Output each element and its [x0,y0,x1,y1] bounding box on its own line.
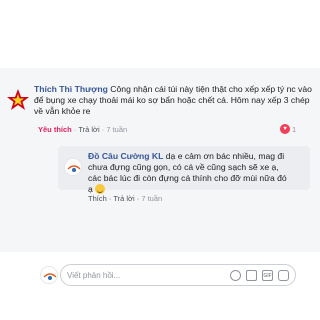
reply-actions: Thích · Trả lời · 7 tuần [88,194,162,203]
reply-body: Đồ Câu Cường KL dạ e cảm ơn bác nhiều, m… [88,151,288,195]
reaction-summary[interactable]: ♥ 1 [280,124,296,134]
sticker-icon[interactable] [278,270,289,281]
reply-time[interactable]: 7 tuần [141,194,162,203]
reply-like-button[interactable]: Thích [88,194,107,203]
reply-author-link[interactable]: Đồ Câu Cường KL [88,151,163,161]
comment-body: Thích Thì Thượng Công nhận cái túi này t… [34,84,312,117]
like-button[interactable]: Yêu thích [38,125,72,134]
shop-logo-icon [41,267,57,283]
viewer-avatar [40,266,58,284]
comment-time[interactable]: 7 tuần [106,125,127,134]
reaction-count: 1 [292,124,297,134]
grin-emoji-icon [95,184,106,194]
reply-author-avatar[interactable] [64,158,82,176]
reply-input[interactable] [67,268,207,282]
reply-button[interactable]: Trả lời [78,125,99,134]
reply-composer[interactable]: GIF [60,264,296,286]
gif-icon[interactable]: GIF [262,270,273,281]
heart-icon: ♥ [280,124,290,134]
reply-reply-button[interactable]: Trả lời [113,194,134,203]
comment-actions: Yêu thích · Trả lời · 7 tuần [38,125,127,134]
author-avatar[interactable] [4,86,32,114]
comment-author-link[interactable]: Thích Thì Thượng [34,84,108,94]
emoji-icon[interactable] [230,270,241,281]
composer-tools: GIF [230,270,289,281]
camera-icon[interactable] [246,270,257,281]
